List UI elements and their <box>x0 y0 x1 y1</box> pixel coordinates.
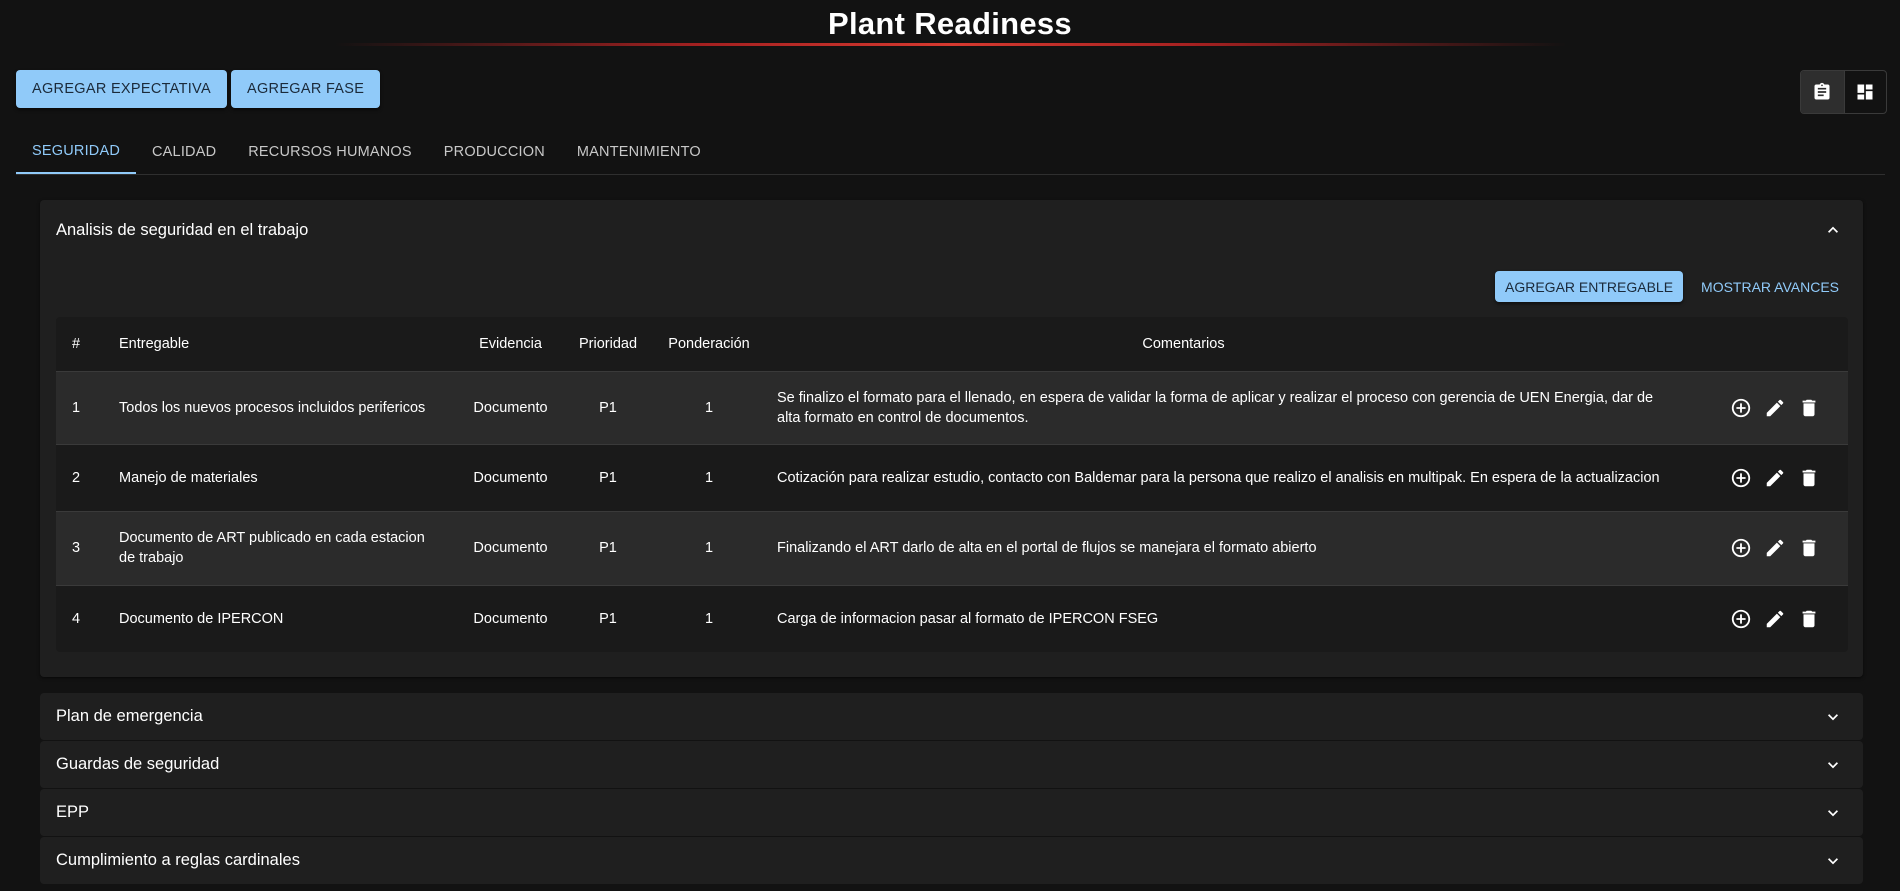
accordion-header[interactable]: Cumplimiento a reglas cardinales <box>40 837 1863 884</box>
accordion-header[interactable]: Plan de emergencia <box>40 693 1863 740</box>
accordion-reglas-cardinales: Cumplimiento a reglas cardinales <box>40 837 1863 884</box>
add-deliverable-button[interactable]: AGREGAR ENTREGABLE <box>1495 271 1684 302</box>
cell-actions <box>1720 511 1848 586</box>
cell-num: 1 <box>56 371 111 445</box>
delete-trash-icon[interactable] <box>1796 535 1822 561</box>
add-expectation-button[interactable]: AGREGAR EXPECTATIVA <box>16 70 227 108</box>
accordion-analisis-seguridad: Analisis de seguridad en el trabajo AGRE… <box>40 200 1863 677</box>
table-header-row: # Entregable Evidencia Prioridad Pondera… <box>56 317 1848 372</box>
edit-pencil-icon[interactable] <box>1762 606 1788 632</box>
deliverables-table-container: # Entregable Evidencia Prioridad Pondera… <box>56 317 1848 652</box>
edit-pencil-icon[interactable] <box>1762 535 1788 561</box>
cell-weight: 1 <box>653 511 765 586</box>
accordion-title: Guardas de seguridad <box>56 755 220 773</box>
cell-deliverable: Documento de ART publicado en cada estac… <box>111 511 458 586</box>
tabs-divider <box>16 174 1885 175</box>
cell-actions <box>1720 444 1848 512</box>
view-toggle-group <box>1800 70 1887 114</box>
cell-deliverable: Manejo de materiales <box>111 444 458 512</box>
show-progress-button[interactable]: MOSTRAR AVANCES <box>1697 271 1843 302</box>
accordion-header[interactable]: EPP <box>40 789 1863 836</box>
clipboard-icon <box>1814 82 1830 100</box>
edit-pencil-icon[interactable] <box>1762 395 1788 421</box>
cell-evidence: Documento <box>458 371 563 445</box>
cell-num: 4 <box>72 610 81 627</box>
dashboard-view-toggle[interactable] <box>1843 71 1887 113</box>
add-phase-button[interactable]: AGREGAR FASE <box>231 70 381 108</box>
tab-recursos-humanos[interactable]: RECURSOS HUMANOS <box>232 130 428 174</box>
accordion-title: Analisis de seguridad en el trabajo <box>56 220 309 239</box>
cell-priority: P1 <box>563 511 653 586</box>
table-row: 1 Todos los nuevos procesos incluidos pe… <box>56 371 1848 445</box>
table-row: 4 Documento de IPERCON Documento P1 1 Ca… <box>56 585 1848 652</box>
tab-seguridad[interactable]: SEGURIDAD <box>16 130 137 174</box>
delete-trash-icon[interactable] <box>1796 606 1822 632</box>
category-tabs: SEGURIDAD CALIDAD RECURSOS HUMANOS PRODU… <box>16 130 717 174</box>
accordion-plan-emergencia: Plan de emergencia <box>40 693 1863 740</box>
cell-evidence: Documento <box>473 610 548 627</box>
deliverable-actions: AGREGAR ENTREGABLE MOSTRAR AVANCES <box>1495 271 1843 302</box>
add-circle-icon[interactable] <box>1728 535 1754 561</box>
chevron-down-icon[interactable] <box>1823 803 1843 823</box>
cell-actions <box>1720 585 1848 652</box>
cell-weight: 1 <box>704 610 714 627</box>
accordion-epp: EPP <box>40 789 1863 836</box>
accordion-title: Cumplimiento a reglas cardinales <box>56 851 300 869</box>
cell-evidence: Documento <box>458 511 563 586</box>
cell-evidence: Documento <box>458 444 563 512</box>
cell-comments: Finalizando el ART darlo de alta en el p… <box>765 511 1720 586</box>
chevron-down-icon[interactable] <box>1823 707 1843 727</box>
header-comments: Comentarios <box>765 317 1720 372</box>
cell-comments: Carga de informacion pasar al formato de… <box>777 610 1159 627</box>
cell-priority: P1 <box>563 371 653 445</box>
add-circle-icon[interactable] <box>1728 395 1754 421</box>
cell-priority: P1 <box>563 444 653 512</box>
header-deliverable: Entregable <box>111 317 458 372</box>
edit-pencil-icon[interactable] <box>1762 465 1788 491</box>
cell-deliverable: Documento de IPERCON <box>119 610 284 627</box>
cell-deliverable: Todos los nuevos procesos incluidos peri… <box>111 371 458 445</box>
cell-actions <box>1720 371 1848 445</box>
table-row: 3 Documento de ART publicado en cada est… <box>56 511 1848 586</box>
header-actions <box>1720 317 1848 372</box>
dashboard-grid-icon <box>1857 84 1873 100</box>
table-row: 2 Manejo de materiales Documento P1 1 Co… <box>56 444 1848 512</box>
accordion-header[interactable]: Analisis de seguridad en el trabajo <box>40 200 1863 260</box>
title-underline <box>335 43 1567 46</box>
page-title: Plant Readiness <box>828 6 1072 41</box>
header-evidence: Evidencia <box>458 317 563 372</box>
cell-comments: Cotización para realizar estudio, contac… <box>765 444 1720 512</box>
cell-comments: Se finalizo el formato para el llenado, … <box>765 371 1720 445</box>
header-weight: Ponderación <box>653 317 765 372</box>
delete-trash-icon[interactable] <box>1796 395 1822 421</box>
delete-trash-icon[interactable] <box>1796 465 1822 491</box>
cell-priority: P1 <box>599 610 617 627</box>
header-num: # <box>56 317 111 372</box>
clipboard-view-toggle[interactable] <box>1801 71 1844 113</box>
add-circle-icon[interactable] <box>1728 465 1754 491</box>
accordion-guardas-seguridad: Guardas de seguridad <box>40 741 1863 788</box>
chevron-up-icon[interactable] <box>1823 220 1843 240</box>
accordion-header[interactable]: Guardas de seguridad <box>40 741 1863 788</box>
tab-calidad[interactable]: CALIDAD <box>136 130 232 174</box>
tab-produccion[interactable]: PRODUCCION <box>428 130 561 174</box>
accordion-title: Plan de emergencia <box>56 707 203 725</box>
chevron-down-icon[interactable] <box>1823 755 1843 775</box>
add-circle-icon[interactable] <box>1728 606 1754 632</box>
deliverables-table: # Entregable Evidencia Prioridad Pondera… <box>56 317 1848 652</box>
cell-weight: 1 <box>653 444 765 512</box>
cell-num: 3 <box>56 511 111 586</box>
tab-mantenimiento[interactable]: MANTENIMIENTO <box>561 130 717 174</box>
cell-num: 2 <box>56 444 111 512</box>
chevron-down-icon[interactable] <box>1823 851 1843 871</box>
cell-weight: 1 <box>653 371 765 445</box>
accordion-title: EPP <box>56 803 90 821</box>
header-priority: Prioridad <box>563 317 653 372</box>
